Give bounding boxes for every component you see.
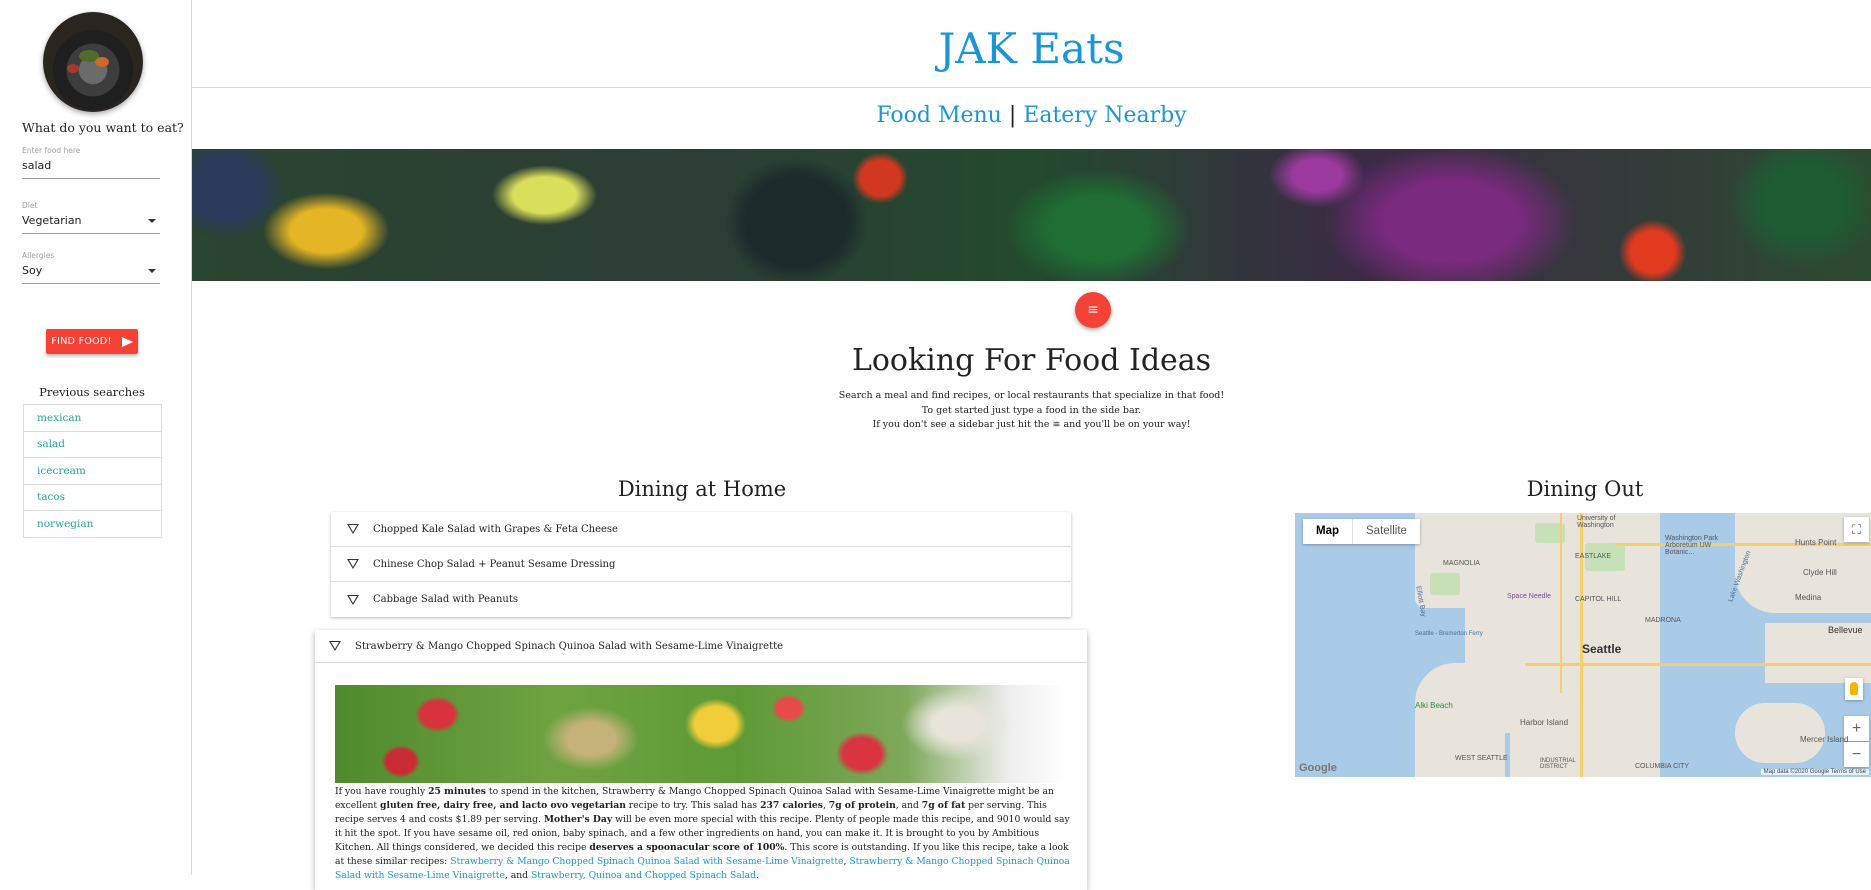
dining-out-title: Dining Out (1526, 477, 1644, 501)
food-input[interactable]: salad (22, 155, 160, 179)
map-label: Hunts Point (1795, 538, 1837, 547)
previous-search-item[interactable]: icecream (24, 458, 161, 485)
allergies-select-value[interactable]: Soy (22, 260, 160, 284)
sidebar: What do you want to eat? Enter food here… (0, 0, 192, 875)
map-road (1560, 513, 1562, 693)
expand-triangle-icon (329, 641, 341, 651)
map-attribution[interactable]: Map data ©2020 Google Terms of Use (1760, 769, 1869, 775)
main-content: JAK Eats Food Menu | Eatery Nearby ≡ Looki… (192, 0, 1871, 890)
map-park (1430, 573, 1460, 595)
diet-select-value[interactable]: Vegetarian (22, 210, 160, 234)
site-title[interactable]: JAK Eats (192, 0, 1871, 88)
avatar (43, 12, 143, 112)
recipe-list: Chopped Kale Salad with Grapes & Feta Ch… (331, 512, 1071, 617)
previous-searches-title: Previous searches (39, 385, 145, 399)
map-label: Washington Park Arboretum UW Botanic... (1665, 535, 1719, 556)
find-food-label: FIND FOOD! (51, 336, 112, 347)
page-headline: Looking For Food Ideas (851, 343, 1212, 378)
map-label: CAPITOL HILL (1575, 596, 1622, 603)
menu-icon: ≡ (1087, 302, 1099, 318)
expanded-recipe-title: Strawberry & Mango Chopped Spinach Quino… (355, 640, 784, 652)
map-label: MADRONA (1645, 617, 1681, 624)
map-road (1525, 663, 1871, 666)
recipe-title: Cabbage Salad with Peanuts (373, 594, 519, 605)
map-city-label: Seattle (1582, 642, 1622, 656)
map-label: Medina (1795, 593, 1822, 602)
dining-home-title: Dining at Home (617, 477, 787, 501)
nav-eatery-nearby[interactable]: Eatery Nearby (1023, 103, 1186, 128)
map-label: WEST SEATTLE (1455, 755, 1508, 762)
sidebar-question: What do you want to eat? (22, 120, 184, 135)
intro-line: To get started just type a food in the s… (921, 404, 1142, 416)
map-label: MAGNOLIA (1443, 560, 1480, 567)
recipe-item[interactable]: Chopped Kale Salad with Grapes & Feta Ch… (331, 512, 1071, 547)
food-field-label: Enter food here (22, 146, 81, 155)
food-field[interactable]: Enter food here salad (22, 146, 160, 179)
diet-value: Vegetarian (22, 214, 82, 227)
map-label: Harbor Island (1520, 718, 1569, 727)
map-label: University of Washington (1577, 515, 1616, 529)
map-label: COLUMBIA CITY (1635, 763, 1690, 770)
map-label: Space Needle (1507, 593, 1551, 600)
recipe-summary: If you have roughly 25 minutes to spend … (335, 786, 1070, 881)
map-land (1735, 703, 1825, 763)
map-type-satellite[interactable]: Satellite (1353, 519, 1420, 544)
recipe-title: Chopped Kale Salad with Grapes & Feta Ch… (373, 523, 618, 535)
map-label: Clyde Hill (1803, 568, 1837, 577)
vegetable-banner-image (192, 149, 1871, 281)
map-label: Seattle - Bremerton Ferry (1415, 631, 1483, 637)
similar-recipe-link[interactable]: Strawberry, Quinoa and Chopped Spinach S… (531, 870, 756, 881)
menu-icon: ≡ (1052, 419, 1061, 430)
map-label: INDUSTRIAL DISTRICT (1540, 758, 1576, 770)
intro-line: Search a meal and find recipes, or local… (838, 390, 1225, 401)
recipe-item[interactable]: Chinese Chop Salad + Peanut Sesame Dress… (331, 547, 1071, 582)
recipe-item[interactable]: Cabbage Salad with Peanuts (331, 582, 1071, 617)
find-food-button[interactable]: FIND FOOD! (46, 329, 138, 354)
nav-food-menu[interactable]: Food Menu (876, 103, 1002, 128)
map-type-map[interactable]: Map (1303, 519, 1353, 544)
allergies-label: Allergies (22, 251, 55, 260)
top-nav: Food Menu | Eatery Nearby (192, 88, 1871, 149)
map-label: EASTLAKE (1575, 553, 1612, 560)
map-label: Bellevue (1828, 625, 1863, 635)
previous-search-item[interactable]: norwegian (24, 511, 161, 538)
previous-search-item[interactable]: mexican (24, 405, 161, 432)
map-label: Mercer Island (1800, 735, 1849, 744)
expanded-recipe-header[interactable]: Strawberry & Mango Chopped Spinach Quino… (315, 630, 1087, 663)
google-logo: Google (1299, 762, 1337, 774)
recipe-image (335, 685, 1067, 783)
previous-search-item[interactable]: salad (24, 432, 161, 458)
recipe-title: Chinese Chop Salad + Peanut Sesame Dress… (373, 558, 616, 570)
diet-label: Diet (22, 201, 38, 210)
allergies-value: Soy (22, 264, 43, 277)
intro-line: If you don't see a sidebar just hit the … (872, 419, 1191, 430)
google-map[interactable]: Map Satellite ⛶ + − Seattle University o… (1295, 513, 1871, 777)
allergies-select[interactable]: Allergies Soy (22, 251, 160, 284)
zoom-out-button[interactable]: − (1844, 742, 1869, 767)
intro-text: Search a meal and find recipes, or local… (192, 389, 1871, 433)
previous-searches-list: mexican salad icecream tacos norwegian (23, 404, 162, 538)
menu-button[interactable]: ≡ (1075, 292, 1111, 328)
street-view-pegman-icon[interactable] (1845, 678, 1863, 700)
caret-down-icon (148, 269, 156, 273)
nav-separator: | (1008, 103, 1017, 128)
expanded-recipe: Strawberry & Mango Chopped Spinach Quino… (315, 630, 1087, 890)
send-icon (121, 336, 133, 347)
caret-down-icon (148, 219, 156, 223)
map-type-control: Map Satellite (1303, 519, 1420, 544)
map-label: Alki Beach (1415, 701, 1453, 710)
previous-search-item[interactable]: tacos (24, 485, 161, 511)
diet-select[interactable]: Diet Vegetarian (22, 201, 160, 234)
expand-triangle-icon (347, 594, 359, 605)
fullscreen-icon[interactable]: ⛶ (1844, 517, 1869, 542)
expand-triangle-icon (347, 524, 359, 534)
expand-triangle-icon (347, 559, 359, 569)
similar-recipe-link[interactable]: Strawberry & Mango Chopped Spinach Quino… (450, 856, 843, 867)
